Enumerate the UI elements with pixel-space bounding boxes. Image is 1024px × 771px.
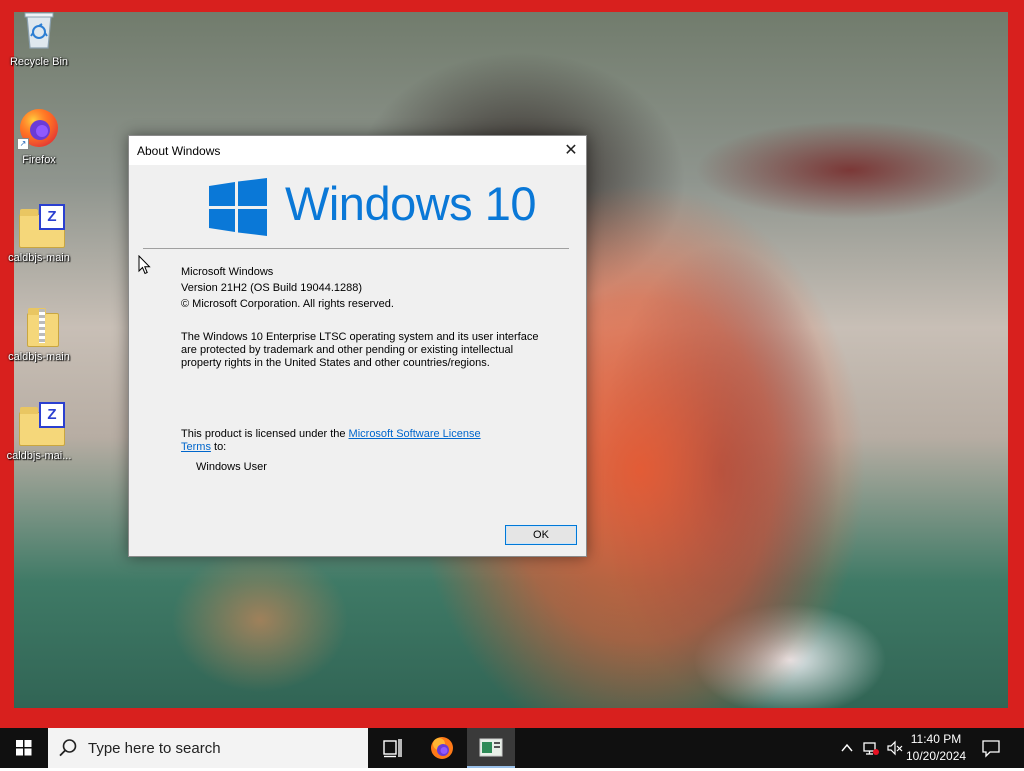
dialog-title: About Windows xyxy=(137,144,221,158)
version-text: Version 21H2 (OS Build 19044.1288) xyxy=(181,282,363,294)
windows-flag-icon xyxy=(209,178,267,236)
ok-button[interactable]: OK xyxy=(505,525,577,545)
dialog-titlebar[interactable]: About Windows ✕ xyxy=(129,136,586,165)
desktop-icon-label: caldbjs-mai... xyxy=(6,450,72,462)
taskbar-clock[interactable]: 11:40 PM 10/20/2024 xyxy=(906,731,966,765)
zip-folder-icon: Z xyxy=(17,204,65,248)
wallpaper-frame-top xyxy=(0,0,1024,12)
search-placeholder: Type here to search xyxy=(88,740,221,757)
desktop-icon-label: Firefox xyxy=(22,154,56,166)
mouse-pointer-icon xyxy=(138,255,151,275)
recycle-bin-icon xyxy=(17,8,61,52)
start-button[interactable] xyxy=(0,728,48,768)
compressed-folder-icon xyxy=(17,303,61,347)
network-icon[interactable] xyxy=(862,739,880,757)
desktop-icon-caldbjs-folder[interactable]: caldbjs-main xyxy=(1,303,77,363)
chevron-up-icon[interactable] xyxy=(838,739,856,757)
search-icon xyxy=(59,739,77,757)
wallpaper-frame-bottom xyxy=(0,708,1024,728)
volume-muted-icon[interactable] xyxy=(886,739,904,757)
windows-10-wordmark: Windows 10 xyxy=(285,177,537,230)
about-windows-dialog: About Windows ✕ Windows 10 Microsoft Win… xyxy=(128,135,587,557)
taskbar-firefox-button[interactable] xyxy=(418,728,466,768)
task-view-icon xyxy=(383,739,402,758)
taskbar-about-windows-button[interactable] xyxy=(467,728,515,768)
product-name: Microsoft Windows xyxy=(181,266,274,278)
desktop-icon-recycle-bin[interactable]: Recycle Bin xyxy=(1,8,77,68)
clock-time: 11:40 PM xyxy=(910,732,962,746)
copyright-text: © Microsoft Corporation. All rights rese… xyxy=(181,298,394,310)
close-icon[interactable]: ✕ xyxy=(556,136,586,165)
windows-start-icon xyxy=(16,740,32,756)
desktop-icon-label: Recycle Bin xyxy=(9,56,69,68)
trademark-description: The Windows 10 Enterprise LTSC operating… xyxy=(181,331,539,369)
dialog-divider xyxy=(143,248,569,249)
about-windows-app-icon xyxy=(479,738,503,757)
clock-date: 10/20/2024 xyxy=(906,749,967,763)
firefox-icon xyxy=(431,737,453,759)
zip-folder-icon: Z xyxy=(17,402,65,446)
license-prefix: This product is licensed under the xyxy=(181,428,349,440)
license-suffix: to: xyxy=(210,441,227,453)
desktop-icon-firefox[interactable]: ↗ Firefox xyxy=(1,106,77,166)
desktop-icon-label: caldbjs-main xyxy=(8,252,70,264)
desktop-icon-caldbjs-zip-1[interactable]: Z caldbjs-main xyxy=(1,204,77,264)
firefox-icon: ↗ xyxy=(17,106,61,150)
taskbar-search-box[interactable]: Type here to search xyxy=(48,728,368,768)
desktop-icon-label: caldbjs-main xyxy=(8,351,70,363)
task-view-button[interactable] xyxy=(368,728,416,768)
shortcut-arrow-icon: ↗ xyxy=(17,138,29,150)
taskbar: Type here to search 11:40 PM 10/20/2024 xyxy=(0,728,1024,768)
wallpaper-frame-right xyxy=(1008,0,1024,728)
desktop-icon-caldbjs-zip-2[interactable]: Z caldbjs-mai... xyxy=(1,402,77,462)
license-statement: This product is licensed under the Micro… xyxy=(181,428,511,454)
notification-icon[interactable] xyxy=(980,738,1002,758)
licensed-user: Windows User xyxy=(196,461,267,473)
